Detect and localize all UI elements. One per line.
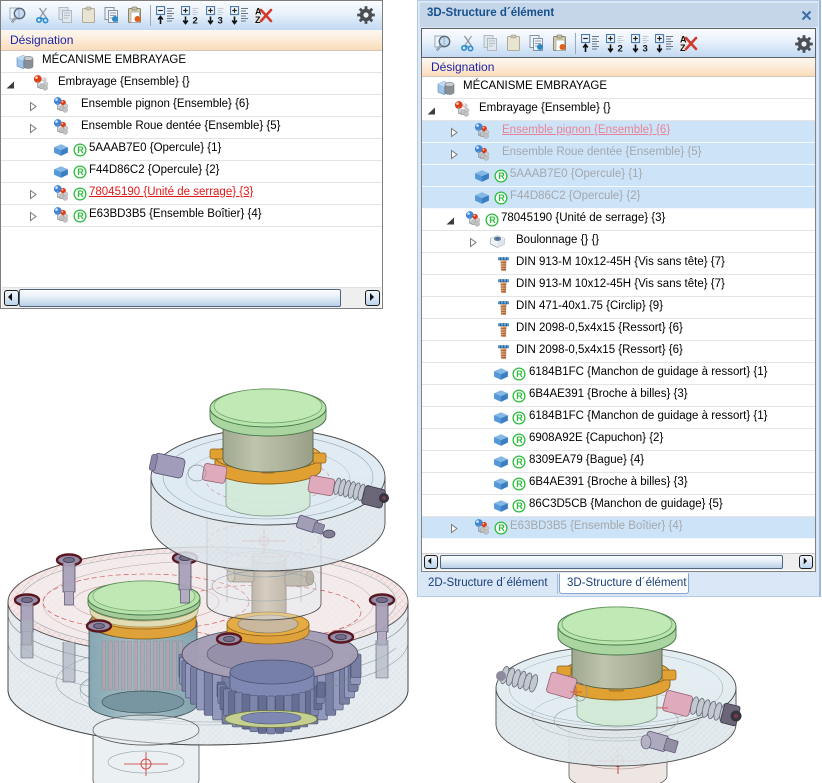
svg-text:R: R: [498, 523, 505, 533]
svg-text:R: R: [516, 391, 523, 401]
svg-text:R: R: [498, 171, 505, 181]
svg-text:R: R: [77, 145, 84, 155]
svg-text:R: R: [516, 369, 523, 379]
svg-text:R: R: [77, 189, 84, 199]
svg-text:2: 2: [618, 44, 623, 54]
svg-text:R: R: [489, 215, 496, 225]
svg-text:R: R: [516, 457, 523, 467]
svg-text:R: R: [516, 501, 523, 511]
svg-text:R: R: [498, 193, 505, 203]
svg-text:R: R: [77, 211, 84, 221]
svg-text:3: 3: [643, 44, 648, 54]
svg-text:R: R: [516, 435, 523, 445]
svg-text:R: R: [77, 167, 84, 177]
svg-text:2: 2: [193, 16, 198, 26]
svg-text:Z: Z: [680, 43, 686, 53]
svg-text:R: R: [516, 413, 523, 423]
svg-text:R: R: [516, 479, 523, 489]
svg-text:3: 3: [218, 16, 223, 26]
svg-text:Z: Z: [255, 15, 261, 25]
